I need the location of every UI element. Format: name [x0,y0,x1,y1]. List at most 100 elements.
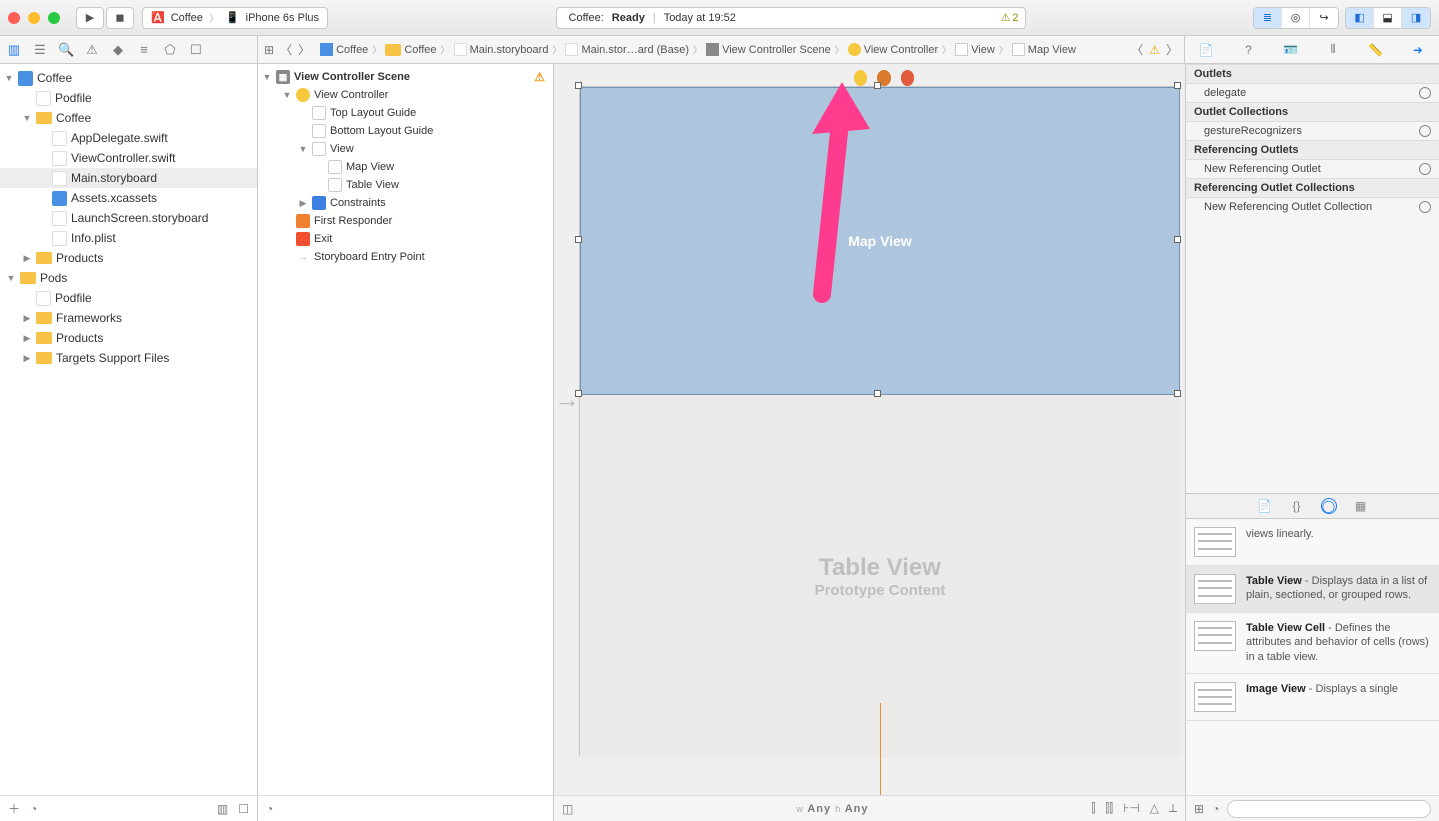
new-referencing-outlet[interactable]: New Referencing Outlet [1186,160,1439,178]
disclosure-icon[interactable]: ▶ [298,198,308,209]
editor-mode-segment[interactable]: ≣ ◎ ↪ [1253,7,1339,29]
jump-crumb[interactable]: Main.storyboard [450,43,553,56]
standard-editor-icon[interactable]: ≣ [1254,8,1282,28]
disclosure-icon[interactable] [6,273,16,283]
find-navigator-icon[interactable]: 🔍 [58,42,74,58]
breakpoint-navigator-icon[interactable]: ⬠ [162,42,178,58]
stop-button[interactable]: ◼ [106,7,134,29]
next-issue-icon[interactable]: 〉 [1166,41,1178,58]
outline-item[interactable]: First Responder [258,212,553,230]
attributes-inspector-icon[interactable]: ⫴ [1324,42,1342,57]
scene-vc-icon[interactable] [854,70,867,86]
outline-item[interactable]: →Storyboard Entry Point [258,248,553,266]
view-controller-canvas[interactable]: Map View Table View Prototype Content +2… [579,86,1179,756]
activity-status[interactable]: Coffee: Ready | Today at 19:52 ⚠ 2 [556,7,1026,29]
outline-item[interactable]: Exit [258,230,553,248]
outline-item[interactable]: ▼View Controller [258,86,553,104]
outline-item[interactable]: ▶Constraints [258,194,553,212]
zoom-window-icon[interactable] [48,12,60,24]
debug-navigator-icon[interactable]: ≡ [136,42,152,57]
project-item[interactable]: Frameworks [0,308,257,328]
size-inspector-icon[interactable]: 📏 [1366,43,1384,57]
disclosure-icon[interactable] [22,313,32,324]
map-view[interactable]: Map View [580,87,1180,395]
jump-bar[interactable]: Coffee〉Coffee〉Main.storyboard〉Main.stor…… [316,43,1125,56]
file-inspector-icon[interactable]: 📄 [1197,43,1215,57]
jump-crumb[interactable]: View [951,43,999,56]
project-item[interactable]: LaunchScreen.storyboard [0,208,257,228]
go-back-icon[interactable]: 〈 [280,41,292,58]
symbol-navigator-icon[interactable]: ☰ [32,42,48,58]
embed-in-stack-icon[interactable]: ⫿ [1092,801,1096,816]
pin-icon[interactable]: ⊦⊣ [1123,801,1140,816]
filter-modified-icon[interactable]: ☐ [238,802,249,816]
object-library-list[interactable]: views linearly.Table View - Displays dat… [1186,519,1439,796]
library-view-mode-icon[interactable]: ⊞ [1194,802,1204,816]
filter-recent-icon[interactable]: ◔ [30,802,37,816]
library-item[interactable]: Table View - Displays data in a list of … [1186,566,1439,613]
filter-scm-icon[interactable]: ▥ [217,802,228,816]
disclosure-icon[interactable] [22,353,32,364]
panel-visibility-segment[interactable]: ◧ ⬓ ◨ [1345,7,1431,29]
toggle-outline-icon[interactable]: ◫ [562,802,573,816]
add-button-icon[interactable]: ＋ [8,800,20,817]
outlet-delegate[interactable]: delegate [1186,84,1439,102]
file-template-library-icon[interactable]: 📄 [1257,498,1273,514]
project-navigator-icon[interactable]: ▥ [6,42,22,58]
outline-item[interactable]: Map View [258,158,553,176]
outline-scene-header[interactable]: ▼▦View Controller Scene⚠ [258,68,553,86]
jump-crumb[interactable]: Coffee [381,44,440,56]
disclosure-icon[interactable] [22,333,32,344]
quick-help-inspector-icon[interactable]: ? [1239,43,1257,57]
project-item[interactable]: AppDelegate.swift [0,128,257,148]
disclosure-icon[interactable] [22,253,32,264]
project-item[interactable]: Targets Support Files [0,348,257,368]
left-panel-toggle-icon[interactable]: ◧ [1346,8,1374,28]
outline-item[interactable]: Bottom Layout Guide [258,122,553,140]
project-item[interactable]: Info.plist [0,228,257,248]
disclosure-icon[interactable] [22,113,32,123]
project-item[interactable]: Pods [0,268,257,288]
new-referencing-outlet-collection[interactable]: New Referencing Outlet Collection [1186,198,1439,216]
code-snippet-library-icon[interactable]: {} [1289,498,1305,514]
issues-badge[interactable]: ⚠ 2 [1001,11,1019,24]
resolve-issues-icon[interactable]: △ [1150,801,1159,816]
project-item[interactable]: Podfile [0,288,257,308]
connection-port-icon[interactable] [1419,125,1431,137]
project-root[interactable]: Coffee [0,68,257,88]
resize-behavior-icon[interactable]: ⟂ [1169,801,1177,816]
version-editor-icon[interactable]: ↪ [1310,8,1338,28]
outline-item[interactable]: Table View [258,176,553,194]
minimize-window-icon[interactable] [28,12,40,24]
jump-crumb[interactable]: View Controller [844,43,942,56]
project-item[interactable]: Assets.xcassets [0,188,257,208]
bottom-panel-toggle-icon[interactable]: ⬓ [1374,8,1402,28]
project-item[interactable]: Podfile [0,88,257,108]
jump-crumb[interactable]: Main.stor…ard (Base) [561,43,693,56]
issue-navigator-icon[interactable]: ⚠ [84,42,100,58]
jump-crumb[interactable]: Map View [1008,43,1080,56]
scheme-selector[interactable]: 🅰️ Coffee 〉 📱 iPhone 6s Plus [142,7,328,29]
connection-port-icon[interactable] [1419,87,1431,99]
library-filter-icon[interactable]: ◔ [1212,802,1219,816]
object-library-icon[interactable]: ◯ [1321,498,1337,514]
identity-inspector-icon[interactable]: 🪪 [1282,43,1300,57]
outline-item[interactable]: ▼View [258,140,553,158]
test-navigator-icon[interactable]: ◆ [110,42,126,58]
library-item[interactable]: Table View Cell - Defines the attributes… [1186,613,1439,675]
align-icon[interactable]: ⫿⫿ [1105,801,1113,816]
related-items-icon[interactable]: ⊞ [264,43,274,57]
scene-exit-icon[interactable] [901,70,914,86]
issue-warning-icon[interactable]: ⚠ [1149,43,1160,57]
outline-item[interactable]: Top Layout Guide [258,104,553,122]
library-item[interactable]: Image View - Displays a single [1186,674,1439,721]
report-navigator-icon[interactable]: ☐ [188,42,204,58]
right-panel-toggle-icon[interactable]: ◨ [1402,8,1430,28]
project-item[interactable]: Main.storyboard [0,168,257,188]
run-button[interactable]: ▶ [76,7,104,29]
table-view[interactable]: Table View Prototype Content +297 [580,395,1180,757]
storyboard-entry-arrow-icon[interactable]: → [554,384,580,415]
media-library-icon[interactable]: ▦ [1353,498,1369,514]
assistant-editor-icon[interactable]: ◎ [1282,8,1310,28]
connections-inspector-icon[interactable]: ➜ [1409,43,1427,57]
